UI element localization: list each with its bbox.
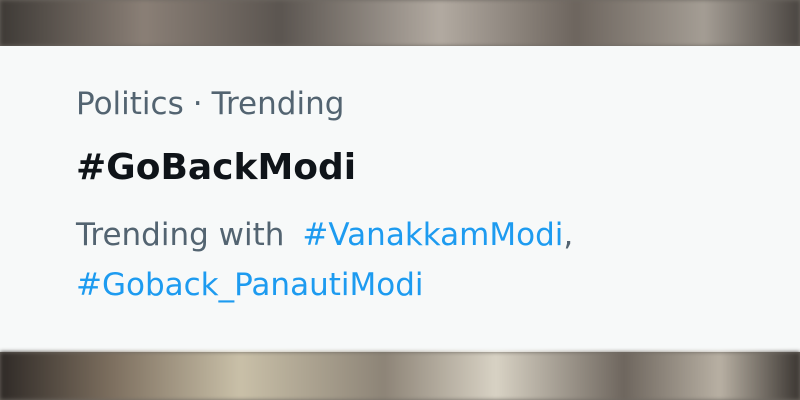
related-hashtag-link[interactable]: #Goback_PanautiModi xyxy=(76,267,424,303)
meta-separator: · xyxy=(192,86,203,122)
blurred-background-bottom xyxy=(0,352,800,400)
related-hashtag-link[interactable]: #VanakkamModi xyxy=(302,217,563,253)
trend-status: Trending xyxy=(211,86,345,122)
related-separator: , xyxy=(563,217,574,253)
trending-with-label: Trending with xyxy=(76,217,285,253)
trend-hashtag-title[interactable]: #GoBackModi xyxy=(76,146,800,190)
blurred-background-top xyxy=(0,0,800,46)
trending-with-line: Trending with #VanakkamModi, #Goback_Pana… xyxy=(76,210,716,310)
trend-category: Politics xyxy=(76,86,184,122)
trend-meta: Politics · Trending xyxy=(76,84,800,124)
trend-item[interactable]: Politics · Trending #GoBackModi Trending… xyxy=(0,46,800,352)
